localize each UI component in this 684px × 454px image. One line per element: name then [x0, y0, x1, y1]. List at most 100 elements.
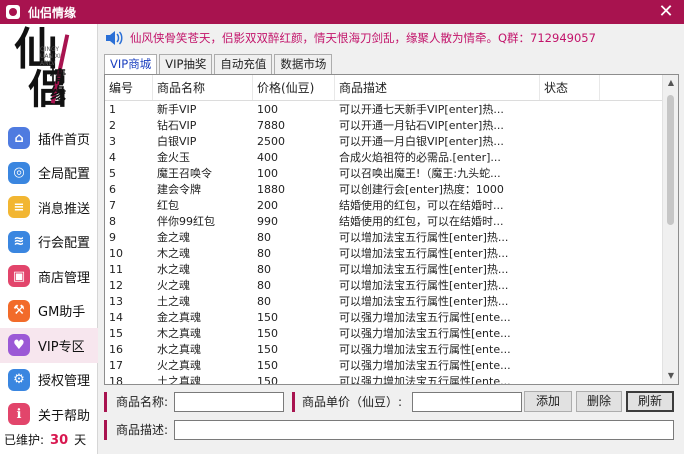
scroll-up-icon[interactable]: ▲: [663, 75, 678, 91]
table-body: 1 新手VIP 100 可以开通七天新手VIP[enter]热... 2 钻石VIP 788…: [105, 102, 665, 385]
table-row[interactable]: 6 建会令牌 1880 可以创建行会[enter]热度：1000: [105, 182, 665, 198]
table-row[interactable]: 4 金火玉 400 合成火焰祖符的必需品.[enter]...: [105, 150, 665, 166]
sidebar-item-gm[interactable]: ⚒ GM助手: [0, 294, 98, 329]
auth-icon: ⚙: [8, 368, 30, 391]
cell-price: 150: [257, 311, 278, 324]
header-name[interactable]: 商品名称: [153, 75, 253, 100]
sidebar-item-layers[interactable]: ≋ 行会配置: [0, 225, 98, 260]
cell-status: [540, 182, 600, 198]
cell-price: 1880: [257, 183, 285, 196]
form-row-1: 商品名称: 商品单价（仙豆）: 添加 删除 刷新: [104, 391, 679, 413]
add-button[interactable]: 添加: [524, 391, 572, 412]
table-row[interactable]: 12 火之魂 80 可以增加法宝五行属性[enter]热...: [105, 278, 665, 294]
notice-bar: 仙风侠骨笑苍天，侣影双双醉红颜，情天恨海刀剑乱，缘聚人散为情牵。Q群：71294…: [104, 28, 678, 48]
window-title: 仙侣情缘: [28, 5, 77, 20]
cell-price: 150: [257, 327, 278, 340]
tab-2[interactable]: 自动充值: [214, 54, 273, 74]
table-header: 编号 商品名称 价格(仙豆) 商品描述 状态: [105, 75, 678, 101]
table-row[interactable]: 5 魔王召唤令 100 可以召唤出魔王!（魔王:九头蛇...: [105, 166, 665, 182]
table-row[interactable]: 8 伴你99红包 990 结婚使用的红包，可以在结婚时...: [105, 214, 665, 230]
scroll-down-icon[interactable]: ▼: [663, 368, 678, 384]
cell-desc: 结婚使用的红包，可以在结婚时...: [339, 215, 504, 228]
sidebar-item-settings[interactable]: ◎ 全局配置: [0, 156, 98, 191]
cell-desc: 可以强力增加法宝五行属性[ente...: [339, 343, 511, 356]
cell-status: [540, 246, 600, 262]
cell-price: 100: [257, 167, 278, 180]
cell-price: 80: [257, 279, 271, 292]
table-row[interactable]: 15 木之真魂 150 可以强力增加法宝五行属性[ente...: [105, 326, 665, 342]
table-row[interactable]: 10 木之魂 80 可以增加法宝五行属性[enter]热...: [105, 246, 665, 262]
cell-id: 3: [109, 135, 116, 148]
title-bar: 仙侣情缘 ✕: [0, 0, 684, 24]
table-row[interactable]: 14 金之真魂 150 可以强力增加法宝五行属性[ente...: [105, 310, 665, 326]
price-input[interactable]: [412, 392, 522, 412]
close-icon[interactable]: ✕: [656, 2, 676, 22]
sidebar-item-info[interactable]: ℹ 关于帮助: [0, 397, 98, 432]
cell-status: [540, 230, 600, 246]
cell-name: 钻石VIP: [157, 119, 197, 132]
table-row[interactable]: 17 火之真魂 150 可以强力增加法宝五行属性[ente...: [105, 358, 665, 374]
sidebar-item-vip[interactable]: ♥ VIP专区: [0, 328, 98, 363]
cell-name: 土之魂: [157, 295, 190, 308]
desc-input[interactable]: [174, 420, 674, 440]
header-desc[interactable]: 商品描述: [335, 75, 540, 100]
cell-desc: 可以增加法宝五行属性[enter]热...: [339, 279, 509, 292]
price-marker: [292, 392, 295, 412]
sidebar-item-home[interactable]: ⌂ 插件首页: [0, 121, 98, 156]
cell-status: [540, 358, 600, 374]
vertical-scrollbar[interactable]: ▲ ▼: [662, 75, 678, 384]
cell-price: 150: [257, 375, 278, 385]
name-marker: [104, 392, 107, 412]
cell-id: 6: [109, 183, 116, 196]
table-row[interactable]: 13 土之魂 80 可以增加法宝五行属性[enter]热...: [105, 294, 665, 310]
cell-id: 10: [109, 247, 123, 260]
table-row[interactable]: 2 钻石VIP 7880 可以开通一月钻石VIP[enter]热...: [105, 118, 665, 134]
notice-text: 仙风侠骨笑苍天，侣影双双醉红颜，情天恨海刀剑乱，缘聚人散为情牵。Q群：71294…: [130, 31, 596, 45]
message-icon: ≡: [8, 196, 30, 219]
header-price[interactable]: 价格(仙豆): [253, 75, 335, 100]
sidebar-item-shop[interactable]: ▣ 商店管理: [0, 259, 98, 294]
cell-id: 12: [109, 279, 123, 292]
cell-desc: 可以增加法宝五行属性[enter]热...: [339, 231, 509, 244]
scroll-thumb[interactable]: [667, 95, 674, 225]
tab-0[interactable]: VIP商城: [104, 54, 158, 75]
cell-desc: 可以强力增加法宝五行属性[ente...: [339, 359, 511, 372]
table-row[interactable]: 7 红包 200 结婚使用的红包，可以在结婚时...: [105, 198, 665, 214]
cell-status: [540, 326, 600, 342]
table-row[interactable]: 18 土之真魂 150 可以强力增加法宝五行属性[ente...: [105, 374, 665, 385]
cell-id: 8: [109, 215, 116, 228]
cell-name: 金火玉: [157, 151, 190, 164]
table-row[interactable]: 9 金之魂 80 可以增加法宝五行属性[enter]热...: [105, 230, 665, 246]
header-status[interactable]: 状态: [540, 75, 600, 100]
cell-name: 新手VIP: [157, 103, 197, 116]
tab-3[interactable]: 数据市场: [274, 54, 333, 74]
logo-small-text: 情缘: [50, 67, 67, 103]
table-row[interactable]: 1 新手VIP 100 可以开通七天新手VIP[enter]热...: [105, 102, 665, 118]
refresh-button[interactable]: 刷新: [626, 391, 674, 412]
cell-name: 白银VIP: [157, 135, 197, 148]
header-id[interactable]: 编号: [105, 75, 153, 100]
tab-1[interactable]: VIP抽奖: [159, 54, 213, 74]
maintained-days: 30: [50, 433, 69, 448]
cell-name: 伴你99红包: [157, 215, 215, 228]
sidebar-item-message[interactable]: ≡ 消息推送: [0, 190, 98, 225]
product-table[interactable]: 编号 商品名称 价格(仙豆) 商品描述 状态 1 新手VIP 100 可以开通七天新手…: [104, 74, 679, 385]
sidebar-item-auth[interactable]: ⚙ 授权管理: [0, 363, 98, 398]
table-row[interactable]: 16 水之真魂 150 可以强力增加法宝五行属性[ente...: [105, 342, 665, 358]
table-row[interactable]: 11 水之魂 80 可以增加法宝五行属性[enter]热...: [105, 262, 665, 278]
cell-id: 4: [109, 151, 116, 164]
table-row[interactable]: 3 白银VIP 2500 可以开通一月白银VIP[enter]热...: [105, 134, 665, 150]
logo-pinyin: QINGYUAN XIANLV: [40, 46, 61, 67]
cell-price: 150: [257, 343, 278, 356]
cell-id: 7: [109, 199, 116, 212]
cell-status: [540, 134, 600, 150]
settings-icon: ◎: [8, 161, 30, 184]
cell-status: [540, 374, 600, 384]
cell-name: 土之真魂: [157, 375, 201, 385]
cell-desc: 可以强力增加法宝五行属性[ente...: [339, 375, 511, 385]
sidebar-item-label: VIP专区: [38, 339, 85, 355]
name-input[interactable]: [174, 392, 284, 412]
delete-button[interactable]: 删除: [576, 391, 622, 412]
sidebar-item-label: 插件首页: [38, 132, 91, 148]
cell-name: 红包: [157, 199, 179, 212]
